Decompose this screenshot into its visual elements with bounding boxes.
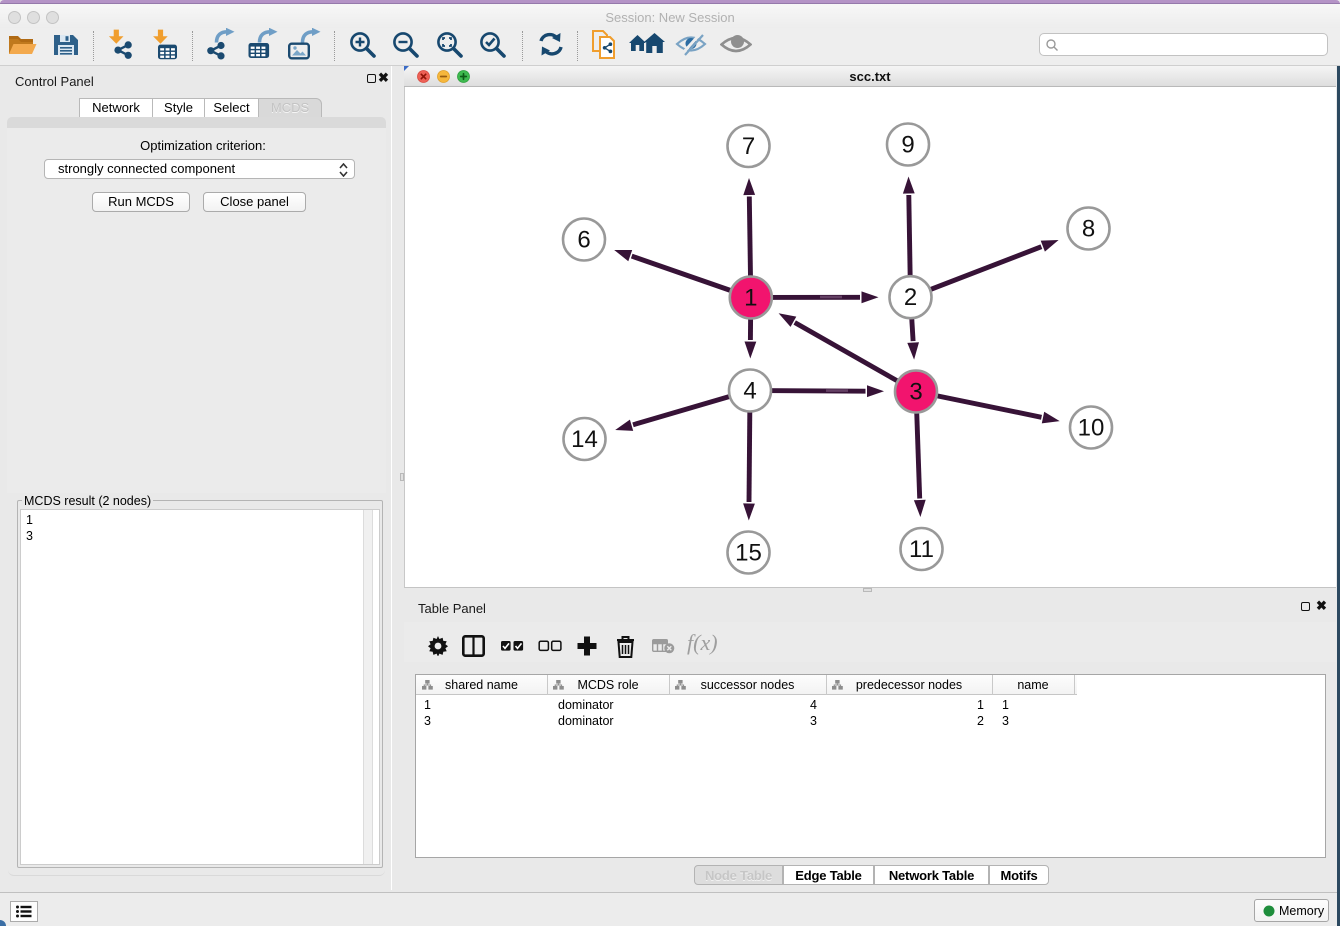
- svg-text:6: 6: [577, 227, 590, 254]
- svg-text:11: 11: [909, 536, 934, 563]
- svg-text:14: 14: [571, 426, 598, 453]
- svg-text:2: 2: [904, 284, 917, 311]
- svg-text:15: 15: [735, 540, 762, 567]
- svg-text:9: 9: [901, 132, 914, 159]
- svg-text:4: 4: [743, 378, 756, 405]
- svg-text:7: 7: [742, 133, 755, 160]
- svg-text:3: 3: [909, 379, 922, 406]
- svg-text:1: 1: [744, 285, 757, 312]
- svg-text:8: 8: [1082, 216, 1095, 243]
- svg-text:10: 10: [1078, 415, 1105, 442]
